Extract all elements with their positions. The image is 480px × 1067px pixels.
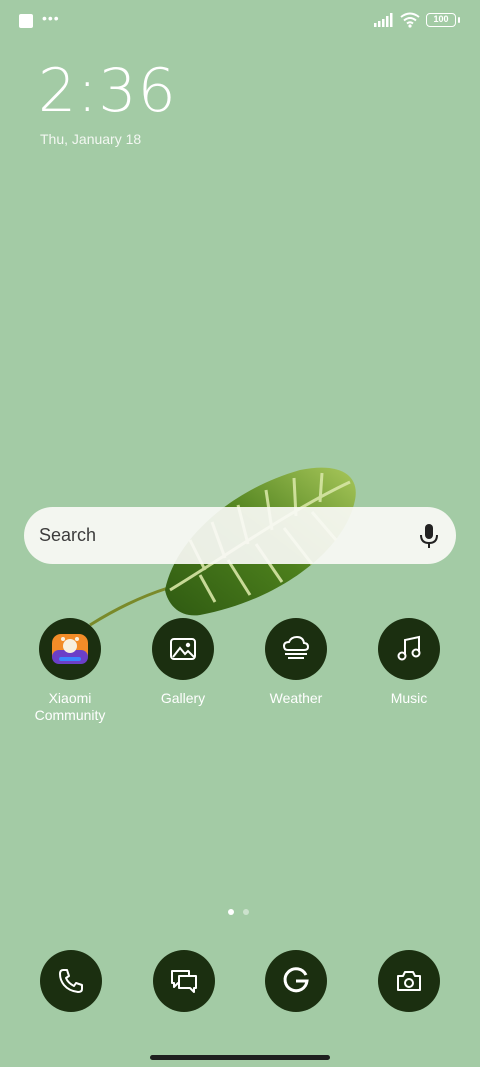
page-dot-active xyxy=(228,909,234,915)
xiaomi-community-icon[interactable] xyxy=(39,618,101,680)
dock-phone[interactable] xyxy=(40,950,102,1012)
page-dot xyxy=(243,909,249,915)
more-notifications-icon: ••• xyxy=(42,10,60,26)
search-bar[interactable]: Search xyxy=(24,507,456,564)
music-icon[interactable] xyxy=(378,618,440,680)
gallery-icon[interactable] xyxy=(152,618,214,680)
search-placeholder: Search xyxy=(39,525,97,545)
battery-level: 100 xyxy=(433,14,449,24)
app-label: Gallery xyxy=(160,690,206,706)
battery-nub xyxy=(458,17,460,23)
messages-icon xyxy=(171,970,197,993)
camera-icon xyxy=(397,971,421,991)
signal-icon xyxy=(374,13,393,27)
home-indicator[interactable] xyxy=(150,1055,330,1060)
app-label: Music xyxy=(390,690,428,706)
clock-date[interactable]: Thu, January 18 xyxy=(40,131,141,147)
notification-square-icon xyxy=(19,14,33,28)
phone-icon xyxy=(59,969,83,993)
dock-messages[interactable] xyxy=(153,950,215,1012)
status-icons: 100 xyxy=(374,12,460,28)
battery-icon: 100 xyxy=(426,13,456,27)
microphone-icon[interactable] xyxy=(418,522,440,550)
dock-google[interactable] xyxy=(265,950,327,1012)
weather-icon[interactable] xyxy=(265,618,327,680)
app-music[interactable]: Music xyxy=(359,618,459,707)
app-gallery[interactable]: Gallery xyxy=(133,618,233,707)
app-weather[interactable]: Weather xyxy=(246,618,346,707)
google-icon xyxy=(283,967,309,993)
status-bar: ••• 100 xyxy=(0,0,480,42)
app-xiaomi-community[interactable]: Xiaomi Community xyxy=(20,618,120,724)
clock-time[interactable]: 2:36 xyxy=(38,56,177,126)
app-label: Weather xyxy=(269,690,323,706)
wifi-icon xyxy=(400,12,420,28)
page-indicator[interactable] xyxy=(228,909,249,915)
app-label: Xiaomi Community xyxy=(34,690,106,723)
dock-camera[interactable] xyxy=(378,950,440,1012)
